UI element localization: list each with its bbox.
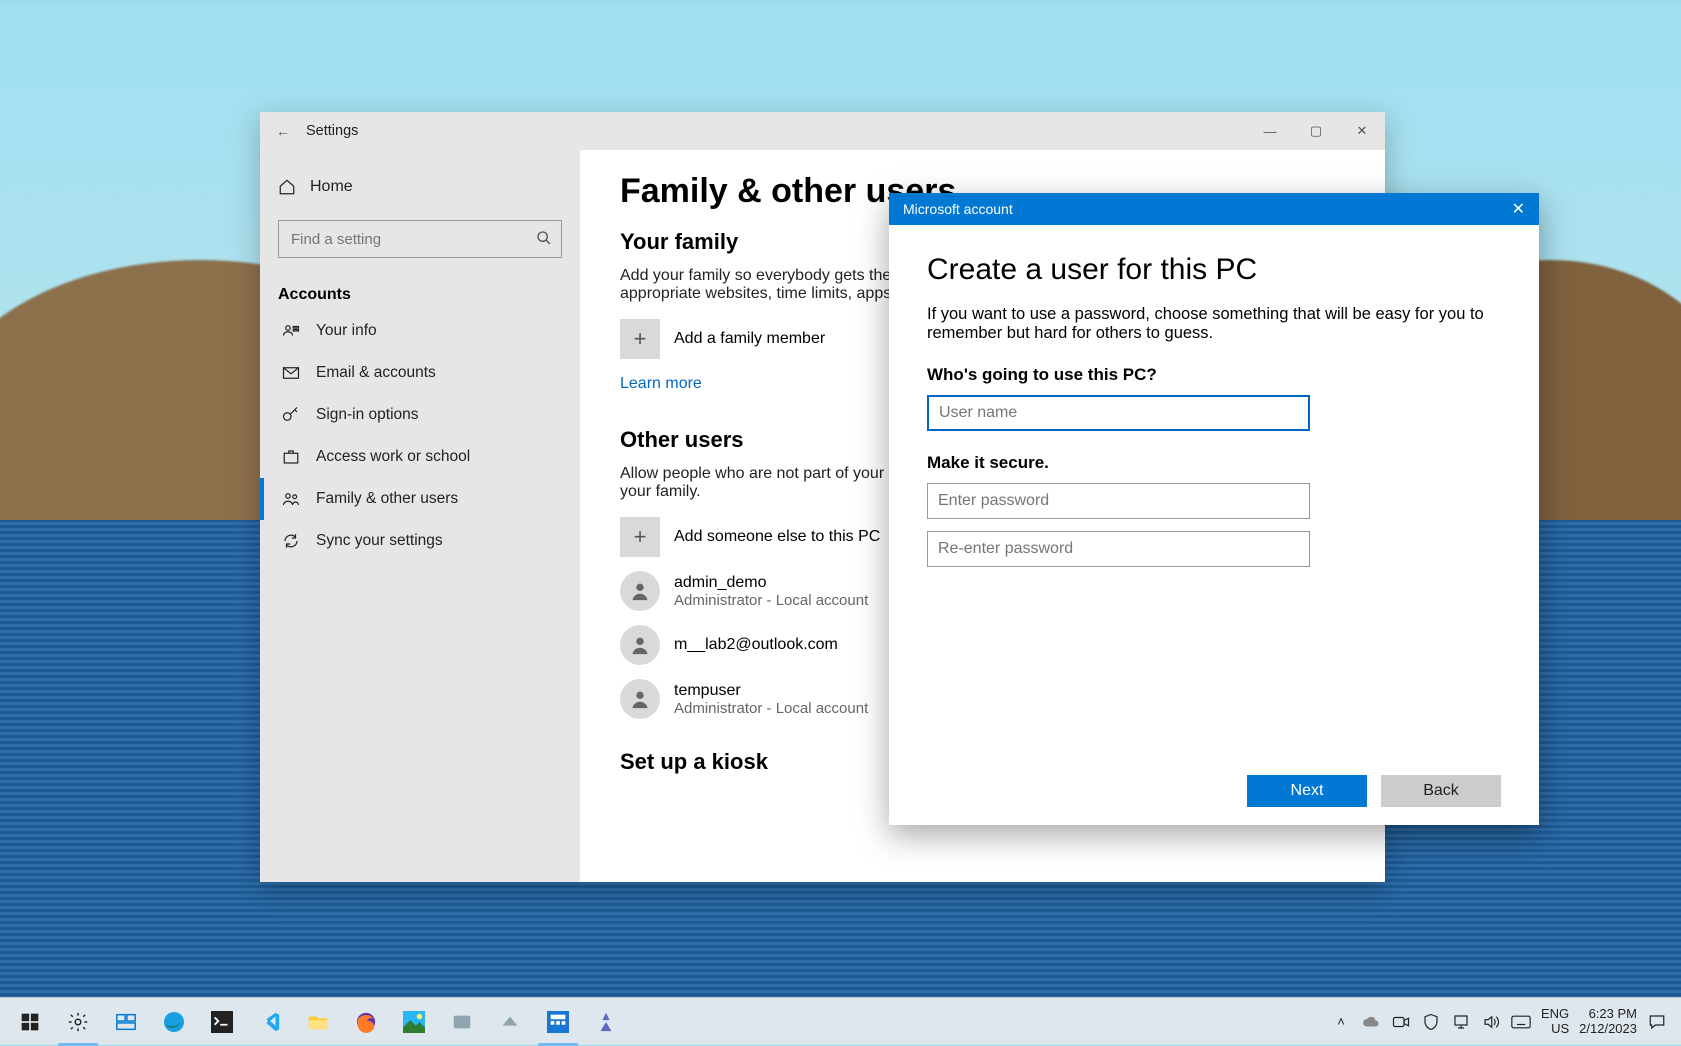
nav-work-school[interactable]: Access work or school: [260, 436, 580, 478]
nav-label: Your info: [316, 322, 377, 340]
taskbar-settings[interactable]: [54, 998, 102, 1046]
user-name: tempuser: [674, 682, 868, 700]
avatar-icon: [620, 679, 660, 719]
back-button[interactable]: ←: [260, 123, 306, 139]
avatar-icon: [620, 625, 660, 665]
taskbar-firefox[interactable]: [342, 998, 390, 1046]
taskbar-app-2[interactable]: [486, 998, 534, 1046]
avatar-icon: [620, 571, 660, 611]
settings-titlebar: ← Settings — ▢ ✕: [260, 112, 1385, 150]
taskbar-app-1[interactable]: [438, 998, 486, 1046]
nav-family-other-users[interactable]: Family & other users: [260, 478, 580, 520]
user-sub: Administrator - Local account: [674, 700, 868, 717]
briefcase-icon: [282, 448, 302, 466]
dialog-title: Microsoft account: [903, 201, 1013, 217]
password-confirm-input[interactable]: [927, 531, 1310, 567]
add-family-label: Add a family member: [674, 330, 825, 348]
action-center-icon[interactable]: [1647, 1012, 1667, 1032]
onedrive-icon[interactable]: [1361, 1012, 1381, 1032]
microsoft-account-dialog: Microsoft account ✕ Create a user for th…: [889, 193, 1539, 825]
clock[interactable]: 6:23 PM2/12/2023: [1579, 1007, 1637, 1036]
nav-signin-options[interactable]: Sign-in options: [260, 394, 580, 436]
taskbar: ˄ ENGUS 6:23 PM2/12/2023: [0, 997, 1681, 1045]
taskbar-explorer[interactable]: [294, 998, 342, 1046]
maximize-button[interactable]: ▢: [1293, 112, 1339, 150]
close-button[interactable]: ✕: [1339, 112, 1385, 150]
search-icon: [536, 230, 552, 246]
minimize-button[interactable]: —: [1247, 112, 1293, 150]
start-button[interactable]: [6, 998, 54, 1046]
next-button[interactable]: Next: [1247, 775, 1367, 807]
system-tray: ˄ ENGUS 6:23 PM2/12/2023: [1323, 1007, 1675, 1036]
taskbar-calculator[interactable]: [534, 998, 582, 1046]
dialog-heading: Create a user for this PC: [927, 253, 1501, 287]
nav-label: Access work or school: [316, 448, 470, 466]
person-card-icon: [282, 322, 302, 340]
nav-home[interactable]: Home: [260, 168, 580, 206]
taskbar-edge[interactable]: [150, 998, 198, 1046]
dialog-intro: If you want to use a password, choose so…: [927, 305, 1501, 343]
security-tray-icon[interactable]: [1421, 1012, 1441, 1032]
dialog-titlebar: Microsoft account ✕: [889, 193, 1539, 225]
nav-label: Email & accounts: [316, 364, 436, 382]
username-question: Who's going to use this PC?: [927, 365, 1501, 385]
volume-icon[interactable]: [1481, 1012, 1501, 1032]
search-box[interactable]: [278, 220, 562, 258]
meet-now-icon[interactable]: [1391, 1012, 1411, 1032]
window-title: Settings: [306, 123, 358, 139]
back-button[interactable]: Back: [1381, 775, 1501, 807]
password-input[interactable]: [927, 483, 1310, 519]
keyboard-icon[interactable]: [1511, 1012, 1531, 1032]
taskbar-taskview[interactable]: [102, 998, 150, 1046]
nav-your-info[interactable]: Your info: [260, 310, 580, 352]
people-icon: [282, 490, 302, 508]
home-icon: [278, 178, 296, 196]
plus-icon: +: [620, 319, 660, 359]
sync-icon: [282, 532, 302, 550]
search-input[interactable]: [278, 220, 562, 258]
key-icon: [282, 406, 302, 424]
mail-icon: [282, 364, 302, 382]
dialog-close-button[interactable]: ✕: [1512, 199, 1525, 219]
taskbar-vscode[interactable]: [246, 998, 294, 1046]
language-indicator[interactable]: ENGUS: [1541, 1007, 1569, 1036]
nav-email-accounts[interactable]: Email & accounts: [260, 352, 580, 394]
user-sub: Administrator - Local account: [674, 592, 868, 609]
add-other-label: Add someone else to this PC: [674, 528, 880, 546]
username-input[interactable]: [927, 395, 1310, 431]
password-question: Make it secure.: [927, 453, 1501, 473]
sidebar-section-header: Accounts: [260, 272, 580, 310]
learn-more-link[interactable]: Learn more: [620, 375, 702, 393]
user-name: admin_demo: [674, 574, 868, 592]
plus-icon: +: [620, 517, 660, 557]
settings-sidebar: Home Accounts Your info Email & accou: [260, 150, 580, 882]
taskbar-photos[interactable]: [390, 998, 438, 1046]
nav-label: Family & other users: [316, 490, 458, 508]
network-icon[interactable]: [1451, 1012, 1471, 1032]
user-name: m__lab2@outlook.com: [674, 636, 838, 654]
nav-label: Sign-in options: [316, 406, 419, 424]
taskbar-app-3[interactable]: [582, 998, 630, 1046]
taskbar-terminal[interactable]: [198, 998, 246, 1046]
tray-overflow-icon[interactable]: ˄: [1331, 1012, 1351, 1032]
nav-sync-settings[interactable]: Sync your settings: [260, 520, 580, 562]
nav-label: Sync your settings: [316, 532, 443, 550]
nav-home-label: Home: [310, 178, 353, 196]
